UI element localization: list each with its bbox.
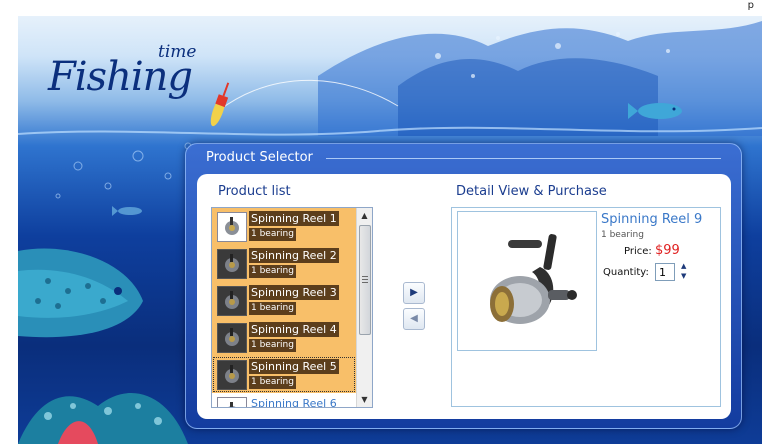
detail-product-name[interactable]: Spinning Reel 9	[601, 212, 702, 227]
fishing-time-logo: Fishing time	[48, 36, 218, 116]
detail-view-heading: Detail View & Purchase	[456, 184, 607, 199]
logo-word-time: time	[158, 42, 197, 62]
product-photo	[457, 211, 597, 351]
top-text-fragment: p	[747, 0, 754, 11]
scrollbar-thumb[interactable]	[359, 225, 371, 335]
panel-title: Product Selector	[206, 150, 313, 165]
product-list-items: Spinning Reel 1 1 bearing Spinning Reel …	[212, 208, 356, 407]
scroll-up-icon[interactable]: ▲	[357, 208, 372, 223]
panel-content: Product list Detail View & Purchase Spin…	[197, 174, 731, 419]
list-item-name: Spinning Reel 2	[249, 248, 339, 263]
scroll-down-icon[interactable]: ▼	[357, 392, 372, 407]
spinning-reel-image	[490, 234, 577, 324]
list-item-detail: 1 bearing	[249, 302, 296, 315]
move-left-button[interactable]: ◀	[403, 308, 425, 330]
list-item-name: Spinning Reel 3	[249, 285, 339, 300]
reel-thumbnail	[217, 249, 247, 279]
list-item-name: Spinning Reel 1	[249, 211, 339, 226]
list-item-detail: 1 bearing	[249, 376, 296, 389]
product-list-heading: Product list	[218, 184, 291, 199]
list-item-spinning-reel-5[interactable]: Spinning Reel 5 1 bearing	[212, 356, 356, 393]
top-links: p	[748, 0, 754, 12]
quantity-label: Quantity:	[603, 267, 649, 278]
top-strip: p	[0, 0, 762, 16]
panel-title-rule	[326, 158, 721, 159]
move-right-button[interactable]: ▶	[403, 282, 425, 304]
quantity-input[interactable]: 1	[655, 263, 675, 281]
list-item-spinning-reel-3[interactable]: Spinning Reel 3 1 bearing	[212, 282, 356, 319]
detail-view: Spinning Reel 9 1 bearing Price: $99 Qua…	[451, 207, 721, 407]
list-item-detail: 1 bearing	[249, 265, 296, 278]
quantity-decrease-icon[interactable]: ▼	[681, 272, 686, 280]
product-listbox[interactable]: Spinning Reel 1 1 bearing Spinning Reel …	[211, 207, 373, 408]
list-item-spinning-reel-2[interactable]: Spinning Reel 2 1 bearing	[212, 245, 356, 282]
detail-product-bearing: 1 bearing	[601, 230, 644, 240]
reel-thumbnail	[217, 397, 247, 407]
list-item-detail: 1 bearing	[249, 339, 296, 352]
list-item-spinning-reel-1[interactable]: Spinning Reel 1 1 bearing	[212, 208, 356, 245]
list-item-detail: 1 bearing	[249, 228, 296, 241]
reel-thumbnail	[217, 360, 247, 390]
price-label: Price:	[624, 246, 652, 257]
list-item-spinning-reel-4[interactable]: Spinning Reel 4 1 bearing	[212, 319, 356, 356]
quantity-increase-icon[interactable]: ▲	[681, 262, 686, 270]
price-value: $99	[655, 243, 680, 258]
list-item-spinning-reel-6[interactable]: Spinning Reel 6	[212, 393, 356, 407]
reel-thumbnail	[217, 286, 247, 316]
list-item-name: Spinning Reel 6	[251, 397, 337, 407]
list-item-name: Spinning Reel 4	[249, 322, 339, 337]
scrollbar-grip-icon	[362, 276, 368, 283]
list-scrollbar[interactable]: ▲ ▼	[356, 208, 372, 407]
reel-thumbnail	[217, 323, 247, 353]
list-item-name: Spinning Reel 5	[249, 359, 339, 374]
reel-thumbnail	[217, 212, 247, 242]
product-selector-panel: Product Selector Product list Detail Vie…	[185, 143, 742, 429]
